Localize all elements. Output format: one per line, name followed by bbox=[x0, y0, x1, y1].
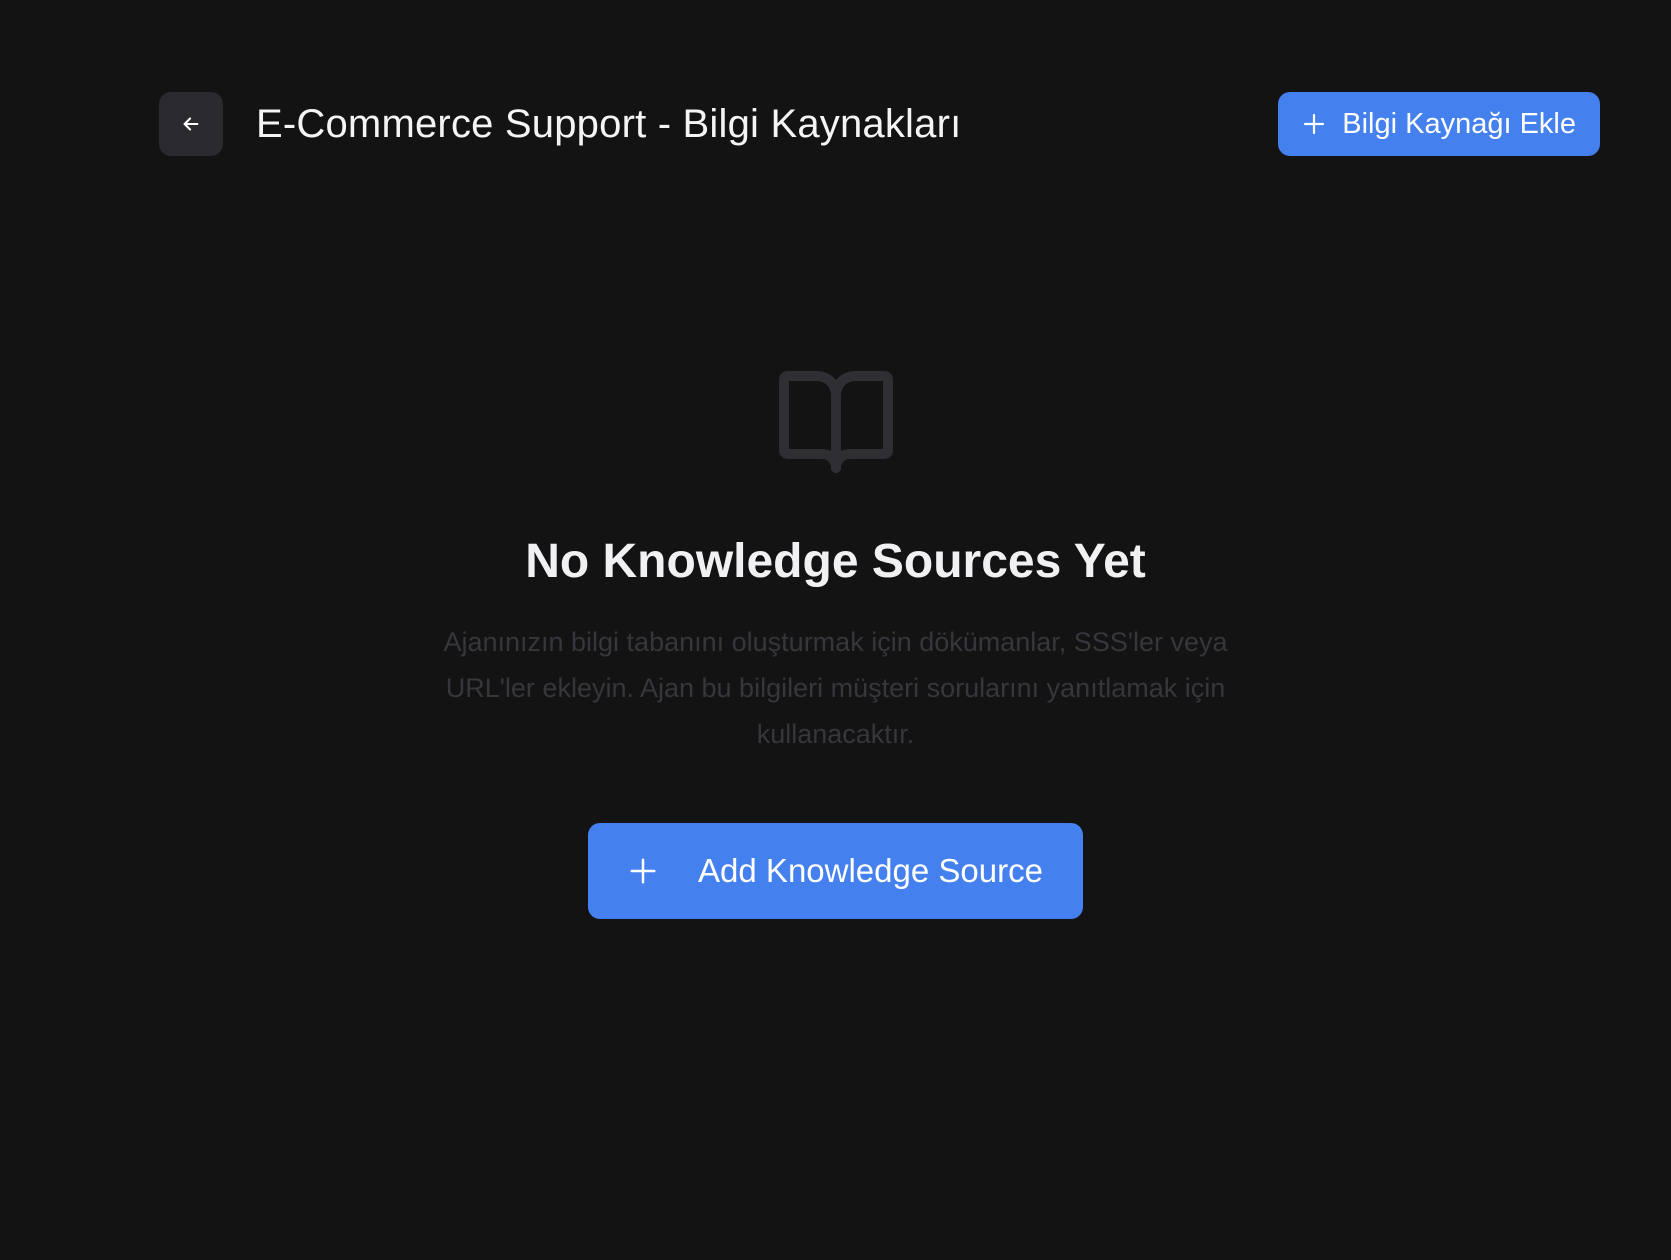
empty-state-title: No Knowledge Sources Yet bbox=[525, 535, 1146, 588]
add-knowledge-source-button[interactable]: Add Knowledge Source bbox=[588, 823, 1083, 919]
page-title: E-Commerce Support - Bilgi Kaynakları bbox=[256, 101, 962, 146]
add-knowledge-source-label: Add Knowledge Source bbox=[698, 852, 1043, 889]
empty-state: No Knowledge Sources Yet Ajanınızın bilg… bbox=[0, 370, 1671, 919]
book-open-icon bbox=[778, 371, 893, 473]
plus-icon bbox=[630, 858, 656, 884]
back-button[interactable] bbox=[159, 92, 223, 156]
arrow-left-icon bbox=[183, 117, 199, 131]
empty-state-description: Ajanınızın bilgi tabanını oluşturmak içi… bbox=[443, 627, 1228, 749]
page-header: E-Commerce Support - Bilgi Kaynakları Bi… bbox=[159, 92, 1600, 156]
knowledge-sources-page: E-Commerce Support - Bilgi Kaynakları Bi… bbox=[0, 0, 1671, 1260]
header-left: E-Commerce Support - Bilgi Kaynakları bbox=[159, 92, 961, 156]
add-knowledge-source-header-button[interactable]: Bilgi Kaynağı Ekle bbox=[1278, 92, 1600, 156]
add-button-label: Bilgi Kaynağı Ekle bbox=[1342, 107, 1576, 140]
plus-icon bbox=[1304, 113, 1325, 135]
